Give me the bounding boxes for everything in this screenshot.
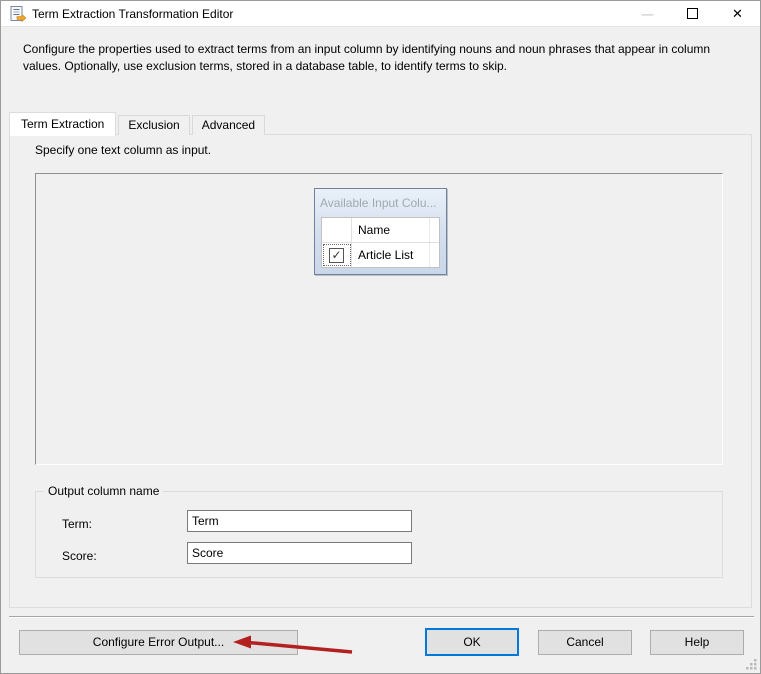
column-name-cell[interactable]: Article List [352,243,430,267]
term-label: Term: [62,517,92,531]
close-icon: ✕ [732,6,743,21]
term-extraction-editor-window: Term Extraction Transformation Editor — … [0,0,761,674]
footer-separator [9,616,754,618]
tab-strip: Term Extraction Exclusion Advanced [9,111,267,136]
spacer-column-header [430,218,439,242]
minimize-button[interactable]: — [625,1,670,27]
transformation-editor-icon [10,6,26,23]
resize-grip-icon[interactable] [745,658,757,670]
available-input-columns-title: Available Input Colu... [320,196,437,210]
maximize-icon [687,8,698,20]
help-button[interactable]: Help [650,630,744,655]
term-input[interactable] [187,510,412,532]
checkbox-column-header [322,218,352,242]
output-column-name-group-label: Output column name [44,484,164,498]
tab-term-extraction[interactable]: Term Extraction [9,112,117,136]
titlebar: Term Extraction Transformation Editor — … [1,1,760,27]
minimize-icon: — [641,7,654,21]
tab-exclusion[interactable]: Exclusion [118,115,190,135]
ok-button[interactable]: OK [425,628,519,656]
window-title: Term Extraction Transformation Editor [32,7,234,21]
available-input-columns-table: Name ✓ Article List [321,217,440,268]
spacer-cell [430,243,439,267]
available-input-columns-panel[interactable]: Available Input Colu... Name ✓ Article L… [314,188,447,275]
tab-advanced[interactable]: Advanced [191,115,266,135]
cancel-button[interactable]: Cancel [538,630,632,655]
article-list-checkbox-cell[interactable]: ✓ [322,243,352,267]
table-row: ✓ Article List [322,243,439,267]
configure-error-output-button[interactable]: Configure Error Output... [19,630,298,655]
table-header-row: Name [322,218,439,243]
input-instruction-label: Specify one text column as input. [35,143,212,157]
name-column-header: Name [352,218,430,242]
maximize-button[interactable] [670,1,715,27]
score-input[interactable] [187,542,412,564]
output-column-name-group: Output column name Term: Score: [35,484,723,578]
score-label: Score: [62,549,97,563]
close-button[interactable]: ✕ [715,1,760,27]
checkbox-checked-icon[interactable]: ✓ [329,247,344,263]
dialog-description: Configure the properties used to extract… [23,42,711,73]
